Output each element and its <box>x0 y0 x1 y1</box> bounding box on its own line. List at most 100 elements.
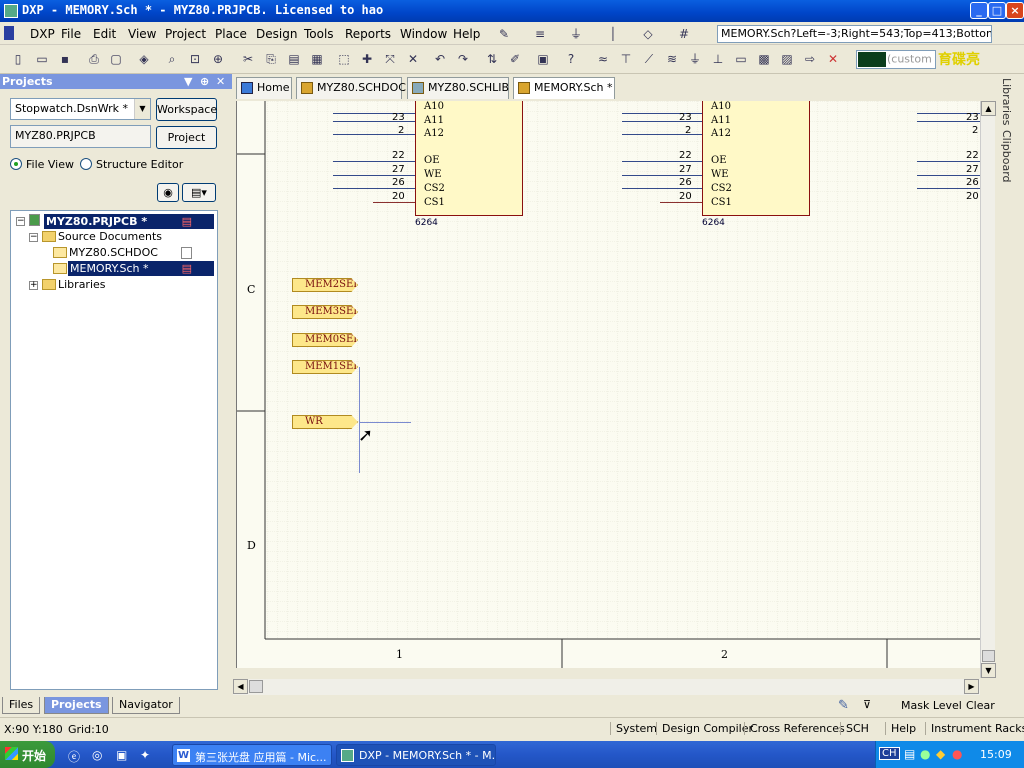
tree-project-item[interactable]: MYZ80.PRJPCB * ▤ <box>44 214 214 229</box>
deselect-icon[interactable]: ⤧ <box>382 51 398 67</box>
wire-icon[interactable]: ≈ <box>595 51 611 67</box>
expand-icon[interactable]: + <box>29 281 38 290</box>
menu-file[interactable]: File <box>61 27 81 41</box>
scroll-thumb[interactable] <box>982 650 995 662</box>
scroll-down-icon[interactable]: ▼ <box>981 663 996 678</box>
ime-indicator[interactable]: CH <box>879 747 900 760</box>
panel-menu-icon[interactable]: ▼ <box>184 74 192 89</box>
part-icon[interactable]: ▭ <box>733 51 749 67</box>
tree-doc-myz80-schdoc[interactable]: MYZ80.SCHDOC <box>69 245 158 260</box>
zoom-fit-icon[interactable]: ⊕ <box>210 51 226 67</box>
menu-place[interactable]: Place <box>215 27 247 41</box>
menu-help[interactable]: Help <box>453 27 480 41</box>
diamond-icon[interactable]: ◇ <box>640 26 656 42</box>
filter-icon[interactable]: ⊽ <box>863 698 871 711</box>
help-icon[interactable]: ? <box>563 51 579 67</box>
port-mem0sel[interactable]: MEM0SEL <box>292 333 358 347</box>
pencil-icon[interactable]: ✎ <box>496 26 512 42</box>
panel-close-icon[interactable]: ✕ <box>216 74 225 89</box>
save-icon[interactable]: ▪ <box>57 51 73 67</box>
chevron-down-icon[interactable]: ▼ <box>134 99 150 119</box>
tray-volume-icon[interactable]: ◆ <box>936 747 945 761</box>
ground-icon[interactable]: ⏚ <box>568 26 584 42</box>
print-icon[interactable]: ⎙ <box>86 51 102 67</box>
highlight-pen-icon[interactable]: ✎ <box>838 698 849 713</box>
tab-memory-sch[interactable]: MEMORY.Sch * <box>513 77 615 99</box>
status-cross-references-button[interactable]: Cross References <box>744 722 845 735</box>
status-instrument-racks-button[interactable]: Instrument Racks <box>925 722 1024 735</box>
tray-app-icon[interactable]: ▤ <box>904 747 915 761</box>
status-system-button[interactable]: System <box>610 722 657 735</box>
tab-projects[interactable]: Projects <box>44 697 109 714</box>
bus-icon[interactable]: ⊤ <box>618 51 634 67</box>
hscroll-thumb[interactable] <box>249 680 263 693</box>
bus-entry-icon[interactable]: ⟋ <box>641 51 657 67</box>
outlook-icon[interactable]: ◎ <box>92 748 102 762</box>
scroll-left-icon[interactable]: ◀ <box>233 679 248 694</box>
pin-icon[interactable]: │ <box>605 26 621 42</box>
side-tab-clipboard[interactable]: Clipboard <box>1000 130 1013 183</box>
address-field[interactable]: MEMORY.Sch?Left=-3;Right=543;Top=413;Bot… <box>717 25 992 43</box>
tree-doc-memory-sch[interactable]: MEMORY.Sch * ▤ <box>68 261 214 276</box>
layers-icon[interactable]: ◈ <box>136 51 152 67</box>
port-mem1sel[interactable]: MEM1SEL <box>292 360 358 374</box>
align-icon[interactable]: ≡ <box>532 26 548 42</box>
schematic-canvas[interactable]: C D 1 2 A10 A11 A12 OE WE CS2 CS1 6264 2… <box>236 101 980 668</box>
color-custom-select[interactable]: (custom <box>856 50 936 69</box>
no-erc-icon[interactable]: ✕ <box>825 51 841 67</box>
minimize-button[interactable]: _ <box>970 2 988 19</box>
menu-edit[interactable]: Edit <box>93 27 116 41</box>
task-word-document[interactable]: W 第三张光盘 应用篇 - Mic... <box>172 744 332 766</box>
workspace-combo[interactable]: Stopwatch.DsnWrk * ▼ <box>10 98 151 120</box>
collapse-icon[interactable]: − <box>16 217 25 226</box>
tray-alert-icon[interactable]: ● <box>952 747 962 761</box>
menu-tools[interactable]: Tools <box>304 27 334 41</box>
tab-myz80-schlib[interactable]: MYZ80.SCHLIB <box>407 77 509 99</box>
menu-design[interactable]: Design <box>256 27 297 41</box>
sheet-entry-icon[interactable]: ▨ <box>779 51 795 67</box>
mask-level-button[interactable]: Mask Level <box>901 699 962 712</box>
clear-button[interactable]: Clear <box>966 699 995 712</box>
tab-home[interactable]: Home <box>236 77 292 99</box>
tab-navigator[interactable]: Navigator <box>112 697 180 714</box>
menu-dxp[interactable]: DXP <box>30 27 55 41</box>
status-help-button[interactable]: Help <box>885 722 916 735</box>
tree-source-documents[interactable]: Source Documents <box>58 229 162 244</box>
clear-filter-icon[interactable]: ✕ <box>405 51 421 67</box>
undo-icon[interactable]: ↶ <box>432 51 448 67</box>
project-options-icon[interactable]: ▤▾ <box>182 183 216 202</box>
new-icon[interactable]: ▯ <box>10 51 26 67</box>
task-dxp-memory[interactable]: DXP - MEMORY.Sch * - M... <box>336 744 496 766</box>
compile-icon[interactable]: ◉ <box>157 183 179 202</box>
tab-myz80-schdoc[interactable]: MYZ80.SCHDOC <box>296 77 406 99</box>
port-mem3sel[interactable]: MEM3SEL <box>292 305 358 319</box>
paste-array-icon[interactable]: ▦ <box>309 51 325 67</box>
project-field[interactable]: MYZ80.PRJPCB <box>10 125 151 148</box>
vertical-scrollbar[interactable]: ▲ ▼ <box>980 101 996 678</box>
start-button[interactable]: 开始 <box>0 741 55 768</box>
file-view-radio[interactable] <box>10 158 22 170</box>
scroll-up-icon[interactable]: ▲ <box>981 101 996 116</box>
collapse-icon[interactable]: − <box>29 233 38 242</box>
grid-icon[interactable]: # <box>676 26 692 42</box>
cut-icon[interactable]: ✂ <box>240 51 256 67</box>
desktop-icon[interactable]: ▣ <box>116 748 127 762</box>
menu-reports[interactable]: Reports <box>345 27 391 41</box>
menu-project[interactable]: Project <box>165 27 206 41</box>
tray-network-icon[interactable]: ● <box>920 747 930 761</box>
copy-icon[interactable]: ⎘ <box>263 51 279 67</box>
open-icon[interactable]: ▭ <box>34 51 50 67</box>
zoom-area-icon[interactable]: ⊡ <box>187 51 203 67</box>
sheet-symbol-icon[interactable]: ▩ <box>756 51 772 67</box>
structure-editor-radio[interactable] <box>80 158 92 170</box>
vcc-icon[interactable]: ⊥ <box>710 51 726 67</box>
menu-window[interactable]: Window <box>400 27 447 41</box>
horizontal-scrollbar[interactable]: ◀ ▶ <box>233 679 980 695</box>
net-label-icon[interactable]: ≋ <box>664 51 680 67</box>
tab-files[interactable]: Files <box>2 697 41 714</box>
port-icon[interactable]: ⇨ <box>802 51 818 67</box>
redo-icon[interactable]: ↷ <box>455 51 471 67</box>
project-button[interactable]: Project <box>156 126 217 149</box>
ie-icon[interactable]: ⓔ <box>68 748 80 765</box>
status-design-compiler-button[interactable]: Design Compiler <box>656 722 753 735</box>
